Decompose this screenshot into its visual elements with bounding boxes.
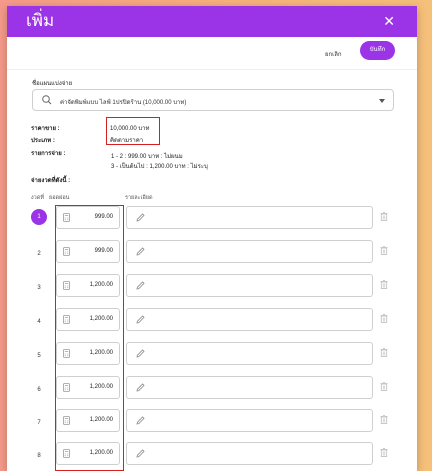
note-input[interactable] <box>126 206 373 229</box>
save-button[interactable]: บันทึก <box>360 41 395 60</box>
calculator-icon <box>63 383 70 392</box>
search-icon <box>42 95 52 105</box>
pencil-icon <box>136 281 145 290</box>
calculator-icon <box>63 213 70 222</box>
trash-icon[interactable] <box>380 314 388 323</box>
calculator-icon <box>63 349 70 358</box>
note-input[interactable] <box>126 342 373 365</box>
amount-input[interactable]: 1,200.00 <box>56 409 120 432</box>
amount-input[interactable]: 1,200.00 <box>56 308 120 331</box>
row-number: 4 <box>37 319 41 325</box>
dropdown-caret-icon[interactable] <box>379 99 385 103</box>
amount-input[interactable]: 1,200.00 <box>56 376 120 399</box>
table-row: 2 999.00 <box>7 239 417 273</box>
table-row: 7 1,200.00 <box>7 408 417 442</box>
pencil-icon <box>136 349 145 358</box>
action-bar: ยกเลิก บันทึก <box>7 37 417 70</box>
note-input[interactable] <box>126 308 373 331</box>
pencil-icon <box>136 315 145 324</box>
trash-icon[interactable] <box>380 382 388 391</box>
amount-value: 999.00 <box>94 248 113 254</box>
calculator-icon <box>63 281 70 290</box>
row-number: 5 <box>37 353 41 359</box>
table-row: 5 1,200.00 <box>7 341 417 375</box>
row-number: 1 <box>31 209 47 225</box>
row-number: 6 <box>37 387 41 393</box>
trash-icon[interactable] <box>380 280 388 289</box>
table-row: 1 999.00 <box>7 205 417 239</box>
amount-input[interactable]: 1,200.00 <box>56 274 120 297</box>
row-number: 8 <box>37 453 41 459</box>
note-input[interactable] <box>126 409 373 432</box>
calculator-icon <box>63 247 70 256</box>
pencil-icon <box>136 416 145 425</box>
close-icon[interactable]: ✕ <box>383 13 395 29</box>
row-number: 7 <box>37 420 41 426</box>
note-input[interactable] <box>126 274 373 297</box>
amount-input[interactable]: 1,200.00 <box>56 342 120 365</box>
calculator-icon <box>63 449 70 458</box>
table-row: 6 1,200.00 <box>7 375 417 409</box>
installments-label: จ่ายงวดที่ดังนี้ : <box>31 178 71 184</box>
column-header-note: รายละเอียด <box>125 195 153 201</box>
table-row: 4 1,200.00 <box>7 307 417 341</box>
plan-select-label: ชื่อแผนแบ่งจ่าย <box>32 81 73 87</box>
amount-input[interactable]: 999.00 <box>56 206 120 229</box>
dialog-title: เพิ่ม <box>26 11 55 30</box>
table-row: 3 1,200.00 <box>7 273 417 307</box>
trash-icon[interactable] <box>380 448 388 457</box>
plan-select-value: ค่าจัดพิมพ์แบบ ไลฟ์ 1ปรปิดร้าน (10,000.0… <box>60 100 187 106</box>
amount-input[interactable]: 999.00 <box>56 240 120 263</box>
trash-icon[interactable] <box>380 348 388 357</box>
amount-value: 1,200.00 <box>89 316 113 322</box>
plan-select[interactable]: ค่าจัดพิมพ์แบบ ไลฟ์ 1ปรปิดร้าน (10,000.0… <box>32 89 394 111</box>
note-input[interactable] <box>126 240 373 263</box>
column-header-period: งวดที่ <box>31 195 44 201</box>
highlight-box-info <box>106 117 160 145</box>
type-label: ประเภท : <box>31 138 55 144</box>
note-input[interactable] <box>126 442 373 465</box>
row-number: 2 <box>37 251 41 257</box>
price-label: ราคาขาย : <box>31 126 60 132</box>
pencil-icon <box>136 213 145 222</box>
column-header-amount: ยอดผ่อน <box>49 195 70 201</box>
cancel-button[interactable]: ยกเลิก <box>325 49 342 59</box>
amount-value: 1,200.00 <box>89 384 113 390</box>
amount-value: 1,200.00 <box>89 350 113 356</box>
row-number: 3 <box>37 285 41 291</box>
trash-icon[interactable] <box>380 246 388 255</box>
pencil-icon <box>136 247 145 256</box>
calculator-icon <box>63 416 70 425</box>
amount-value: 1,200.00 <box>89 282 113 288</box>
add-dialog: เพิ่ม ✕ ยกเลิก บันทึก ชื่อแผนแบ่งจ่าย ค่… <box>7 6 417 471</box>
trash-icon[interactable] <box>380 212 388 221</box>
note-input[interactable] <box>126 376 373 399</box>
schedule-label: รายการจ่าย : <box>31 151 66 157</box>
schedule-line: 1 - 2 : 999.00 บาท : ไม่ผนม <box>111 154 183 160</box>
amount-value: 1,200.00 <box>89 417 113 423</box>
dialog-header: เพิ่ม ✕ <box>7 6 417 37</box>
calculator-icon <box>63 315 70 324</box>
pencil-icon <box>136 383 145 392</box>
pencil-icon <box>136 449 145 458</box>
table-row: 8 1,200.00 <box>7 441 417 471</box>
amount-value: 999.00 <box>94 214 113 220</box>
schedule-line: 3 - เป็นต้นไป : 1,200.00 บาท : ไม่ระบุ <box>111 164 208 170</box>
amount-value: 1,200.00 <box>89 450 113 456</box>
trash-icon[interactable] <box>380 415 388 424</box>
amount-input[interactable]: 1,200.00 <box>56 442 120 465</box>
